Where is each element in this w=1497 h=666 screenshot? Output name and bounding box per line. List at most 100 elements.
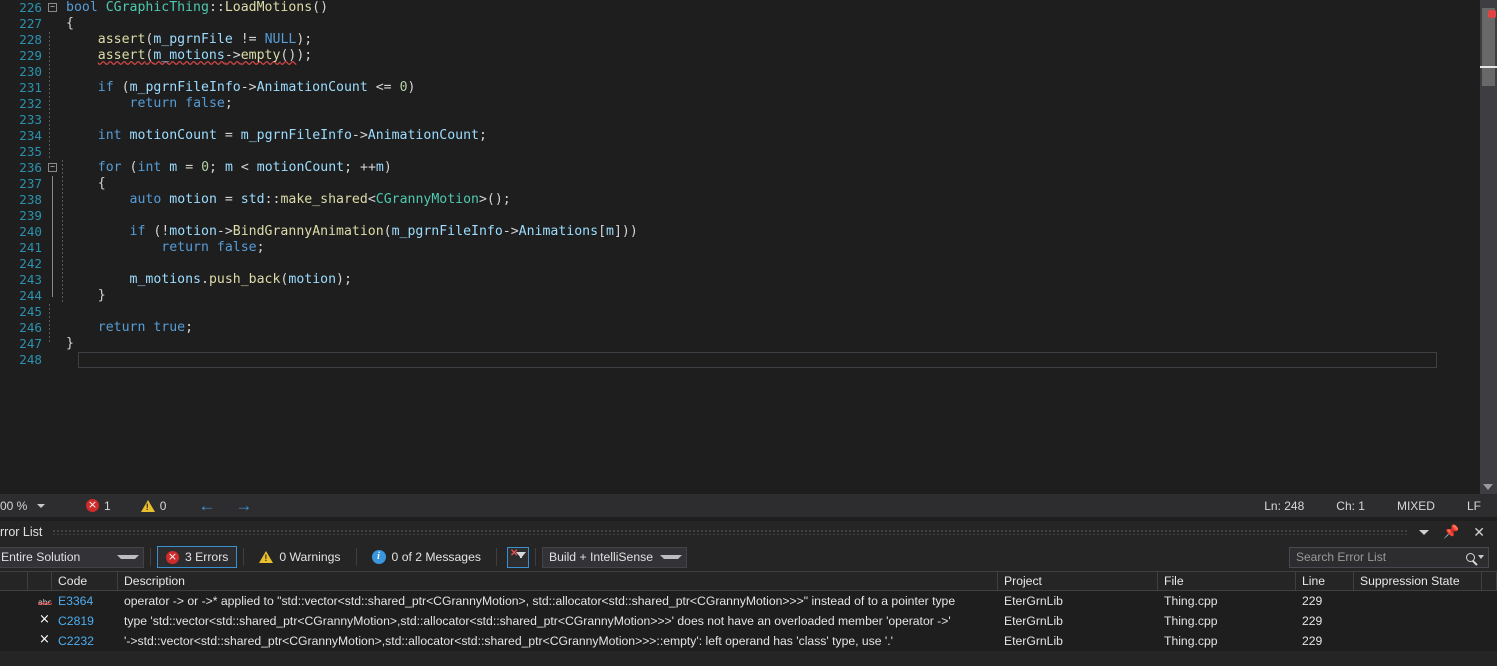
- collapse-icon[interactable]: [48, 163, 57, 172]
- fold-margin[interactable]: [42, 0, 66, 16]
- code-line[interactable]: 234 int motionCount = m_pgrnFileInfo->An…: [0, 128, 1467, 144]
- fold-margin[interactable]: [42, 144, 66, 160]
- search-input[interactable]: [1296, 550, 1466, 564]
- table-row[interactable]: C2232 '->std::vector<std::shared_ptr<CGr…: [0, 631, 1497, 651]
- build-filter-dropdown[interactable]: Build + IntelliSense: [542, 547, 687, 568]
- warnings-filter-button[interactable]: 0 Warnings: [250, 546, 349, 568]
- scrollbar-thumb[interactable]: [1482, 8, 1495, 86]
- status-error-count[interactable]: 1: [86, 499, 111, 513]
- messages-filter-label: 0 of 2 Messages: [392, 550, 481, 564]
- fold-margin[interactable]: [42, 192, 66, 208]
- scope-dropdown-value: Entire Solution: [1, 550, 80, 564]
- code-line[interactable]: 230: [0, 64, 1467, 80]
- collapse-icon[interactable]: [48, 3, 57, 12]
- zoom-level-control[interactable]: 00 %: [0, 499, 58, 513]
- code-line[interactable]: 226 bool CGraphicThing::LoadMotions(): [0, 0, 1467, 16]
- panel-drag-grip[interactable]: [52, 529, 1409, 535]
- code-line[interactable]: 236 for (int m = 0; m < motionCount; ++m…: [0, 160, 1467, 176]
- fold-margin[interactable]: [42, 272, 66, 288]
- fold-margin[interactable]: [42, 352, 66, 368]
- column-header-suppression-state[interactable]: Suppression State: [1354, 571, 1482, 591]
- column-header-project[interactable]: Project: [998, 571, 1158, 591]
- fold-margin[interactable]: [42, 240, 66, 256]
- fold-margin[interactable]: [42, 288, 66, 304]
- column-header-select[interactable]: [0, 571, 28, 591]
- table-row[interactable]: C2819 type 'std::vector<std::shared_ptr<…: [0, 611, 1497, 631]
- row-code[interactable]: C2232: [52, 631, 118, 651]
- code-lines[interactable]: 226 bool CGraphicThing::LoadMotions() 22…: [0, 0, 1467, 494]
- chevron-down-icon[interactable]: [1478, 555, 1484, 559]
- toolbar-separator: [243, 548, 244, 566]
- column-header-line[interactable]: Line: [1296, 571, 1354, 591]
- row-code[interactable]: C2819: [52, 611, 118, 631]
- code-line[interactable]: 243 m_motions.push_back(motion);: [0, 272, 1467, 288]
- code-line[interactable]: 231 if (m_pgrnFileInfo->AnimationCount <…: [0, 80, 1467, 96]
- row-selector[interactable]: [0, 631, 28, 651]
- errors-filter-button[interactable]: 3 Errors: [157, 546, 237, 568]
- pin-icon[interactable]: 📌: [1443, 524, 1459, 540]
- scope-dropdown[interactable]: Entire Solution: [0, 547, 144, 568]
- code-line[interactable]: 237 {: [0, 176, 1467, 192]
- navigate-back-button[interactable]: ←: [198, 497, 215, 514]
- chevron-down-icon[interactable]: [1419, 530, 1429, 535]
- chevron-down-icon[interactable]: [37, 504, 45, 508]
- fold-margin[interactable]: [42, 32, 66, 48]
- column-header-file[interactable]: File: [1158, 571, 1296, 591]
- code-text: [66, 304, 74, 320]
- fold-margin[interactable]: [42, 80, 66, 96]
- code-line[interactable]: 244 }: [0, 288, 1467, 304]
- line-number: 226: [0, 0, 42, 16]
- fold-margin[interactable]: [42, 256, 66, 272]
- code-line[interactable]: 242: [0, 256, 1467, 272]
- fold-margin[interactable]: [42, 320, 66, 336]
- search-error-list[interactable]: [1289, 547, 1489, 568]
- status-warning-count[interactable]: 0: [141, 499, 167, 513]
- fold-margin[interactable]: [42, 48, 66, 64]
- clear-filter-button[interactable]: ✕: [507, 547, 529, 568]
- row-selector[interactable]: [0, 591, 28, 611]
- editor-vertical-scrollbar[interactable]: [1480, 0, 1497, 494]
- fold-margin[interactable]: [42, 176, 66, 192]
- fold-margin[interactable]: [42, 96, 66, 112]
- row-code[interactable]: E3364: [52, 591, 118, 611]
- code-line[interactable]: 232 return false;: [0, 96, 1467, 112]
- scrollbar-error-marker[interactable]: [1488, 10, 1496, 18]
- fold-margin[interactable]: [42, 208, 66, 224]
- code-line[interactable]: 247 }: [0, 336, 1467, 352]
- code-line[interactable]: 235: [0, 144, 1467, 160]
- code-line[interactable]: 227 {: [0, 16, 1467, 32]
- table-row[interactable]: abc E3364 operator -> or ->* applied to …: [0, 591, 1497, 611]
- code-editor[interactable]: 226 bool CGraphicThing::LoadMotions() 22…: [0, 0, 1497, 494]
- error-icon: [166, 551, 179, 564]
- code-line[interactable]: 229 assert(m_motions->empty());: [0, 48, 1467, 64]
- column-header-code[interactable]: Code: [52, 571, 118, 591]
- code-line[interactable]: 241 return false;: [0, 240, 1467, 256]
- fold-margin[interactable]: [42, 160, 66, 176]
- code-text: return true;: [66, 320, 193, 336]
- status-encoding: MIXED: [1381, 499, 1451, 513]
- column-header-description[interactable]: Description: [118, 571, 998, 591]
- code-line[interactable]: 238 auto motion = std::make_shared<CGran…: [0, 192, 1467, 208]
- close-icon[interactable]: ✕: [1473, 525, 1485, 539]
- code-line[interactable]: 240 if (!motion->BindGrannyAnimation(m_p…: [0, 224, 1467, 240]
- fold-margin[interactable]: [42, 336, 66, 352]
- row-selector[interactable]: [0, 611, 28, 631]
- code-line[interactable]: 245: [0, 304, 1467, 320]
- line-number: 239: [0, 208, 42, 224]
- column-header-icon[interactable]: [28, 571, 52, 591]
- fold-margin[interactable]: [42, 112, 66, 128]
- code-line[interactable]: 228 assert(m_pgrnFile != NULL);: [0, 32, 1467, 48]
- navigate-forward-button[interactable]: →: [235, 497, 252, 514]
- fold-margin[interactable]: [42, 224, 66, 240]
- code-line[interactable]: 233: [0, 112, 1467, 128]
- messages-filter-button[interactable]: i 0 of 2 Messages: [363, 546, 490, 568]
- fold-margin[interactable]: [42, 64, 66, 80]
- error-list-title-bar[interactable]: rror List 📌 ✕: [0, 521, 1497, 543]
- scroll-down-icon[interactable]: [1483, 484, 1493, 490]
- code-line[interactable]: 239: [0, 208, 1467, 224]
- fold-margin[interactable]: [42, 16, 66, 32]
- fold-margin[interactable]: [42, 128, 66, 144]
- fold-margin[interactable]: [42, 304, 66, 320]
- code-line[interactable]: 246 return true;: [0, 320, 1467, 336]
- search-icon[interactable]: [1466, 553, 1475, 562]
